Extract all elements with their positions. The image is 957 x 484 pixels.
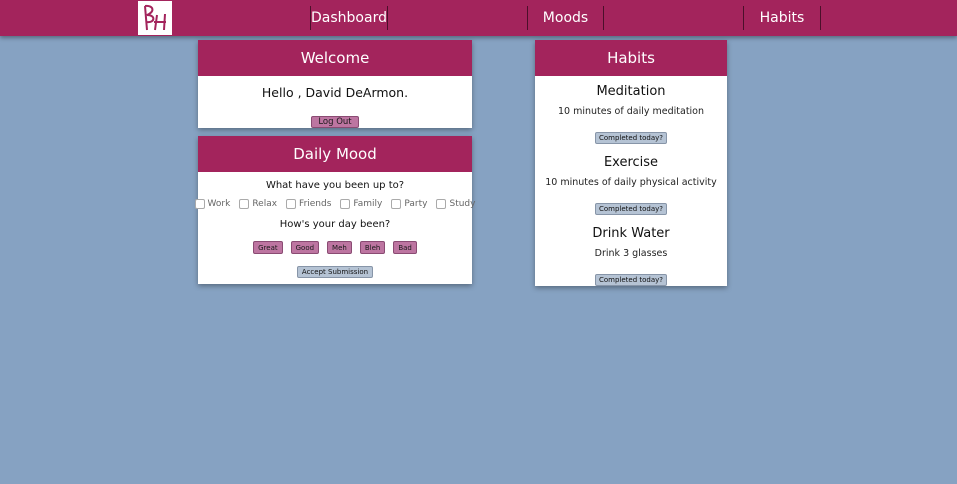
mood-good-button[interactable]: Good [290, 241, 320, 254]
activity-relax[interactable]: Relax [239, 199, 277, 209]
mood-great-button[interactable]: Great [253, 241, 283, 254]
habit-completed-button[interactable]: Completed today? [594, 274, 668, 286]
habit-description: 10 minutes of daily meditation [557, 106, 705, 117]
nav-divider [603, 6, 604, 30]
activity-family[interactable]: Family [340, 199, 382, 209]
welcome-card: Welcome Hello , David DeArmon. Log Out [198, 40, 472, 128]
activity-work[interactable]: Work [194, 199, 230, 209]
logo-glyph-icon [144, 4, 166, 31]
bh-logo[interactable] [138, 1, 172, 35]
activity-party[interactable]: Party [391, 199, 427, 209]
checkbox[interactable] [436, 199, 447, 209]
logout-button[interactable]: Log Out [311, 116, 359, 128]
activity-checkboxes: Work Relax Friends Family Party Study [194, 199, 475, 209]
nav-dashboard[interactable]: Dashboard [311, 6, 387, 30]
activity-friends[interactable]: Friends [286, 199, 331, 209]
welcome-title: Welcome [198, 40, 472, 76]
checkbox[interactable] [239, 199, 250, 209]
mood-meh-button[interactable]: Meh [327, 241, 352, 254]
habit-item: Meditation 10 minutes of daily meditatio… [535, 84, 727, 144]
checkbox[interactable] [340, 199, 351, 209]
greeting-text: Hello , David DeArmon. [261, 85, 409, 100]
activity-question: What have you been up to? [265, 180, 405, 191]
habit-item: Exercise 10 minutes of daily physical ac… [535, 155, 727, 215]
habits-card: Habits Meditation 10 minutes of daily me… [535, 40, 727, 286]
habit-completed-button[interactable]: Completed today? [594, 203, 668, 215]
checkbox[interactable] [391, 199, 402, 209]
mood-bad-button[interactable]: Bad [393, 241, 417, 254]
habits-title: Habits [535, 40, 727, 76]
daily-mood-card: Daily Mood What have you been up to? Wor… [194, 136, 475, 284]
habit-name: Exercise [603, 155, 659, 170]
nav-habits[interactable]: Habits [744, 6, 820, 30]
activity-study[interactable]: Study [436, 199, 475, 209]
accept-submission-button[interactable]: Accept Submission [296, 266, 374, 278]
mood-question: How's your day been? [279, 219, 391, 230]
mood-buttons: Great Good Meh Bleh Bad [198, 241, 472, 254]
nav-divider [820, 6, 821, 30]
nav-divider [387, 6, 388, 30]
habit-description: Drink 3 glasses [594, 248, 668, 259]
checkbox[interactable] [194, 199, 205, 209]
top-navbar: Dashboard Moods Habits [0, 0, 957, 36]
mood-bleh-button[interactable]: Bleh [359, 241, 386, 254]
habit-item: Drink Water Drink 3 glasses Completed to… [535, 226, 727, 286]
habit-completed-button[interactable]: Completed today? [594, 132, 668, 144]
nav-moods[interactable]: Moods [528, 6, 603, 30]
habit-name: Meditation [596, 84, 666, 99]
habit-description: 10 minutes of daily physical activity [545, 177, 717, 188]
daily-mood-title: Daily Mood [198, 136, 472, 172]
habit-name: Drink Water [592, 226, 670, 241]
checkbox[interactable] [286, 199, 297, 209]
